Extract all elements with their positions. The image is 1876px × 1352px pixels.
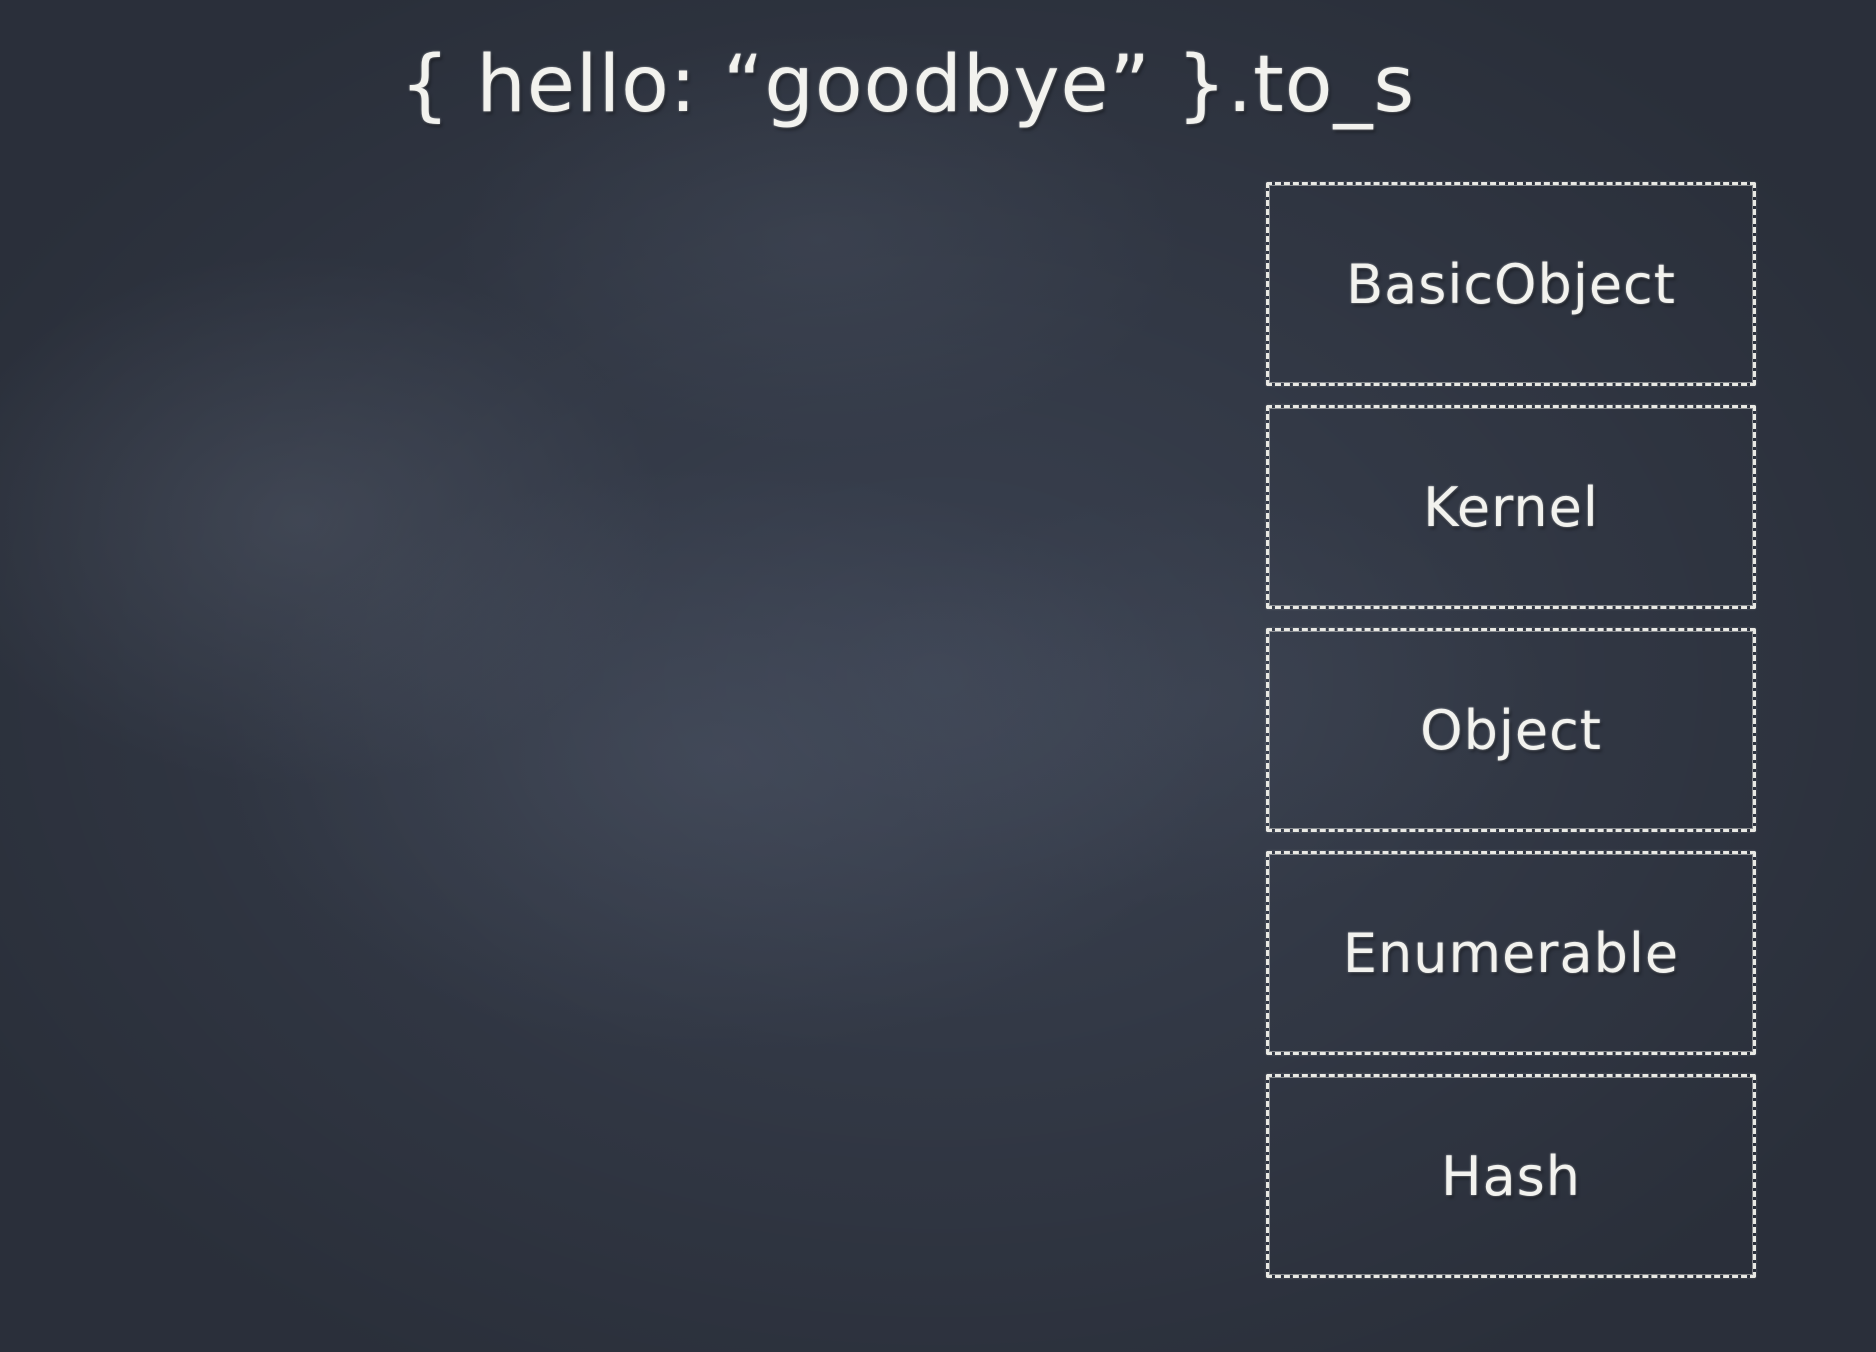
stack-label: Kernel [1423, 475, 1599, 539]
stack-label: Enumerable [1342, 921, 1680, 985]
ancestor-stack: BasicObject Kernel Object Enumerable Has… [1266, 182, 1756, 1280]
stack-label: Hash [1440, 1144, 1582, 1208]
stack-label: BasicObject [1346, 252, 1676, 316]
stack-box-enumerable: Enumerable [1266, 851, 1756, 1055]
stack-box-kernel: Kernel [1266, 405, 1756, 609]
slide-title: { hello: “goodbye” }.to_s [400, 40, 1416, 130]
stack-box-hash: Hash [1266, 1074, 1756, 1278]
stack-label: Object [1420, 698, 1602, 762]
stack-box-object: Object [1266, 628, 1756, 832]
stack-box-basicobject: BasicObject [1266, 182, 1756, 386]
